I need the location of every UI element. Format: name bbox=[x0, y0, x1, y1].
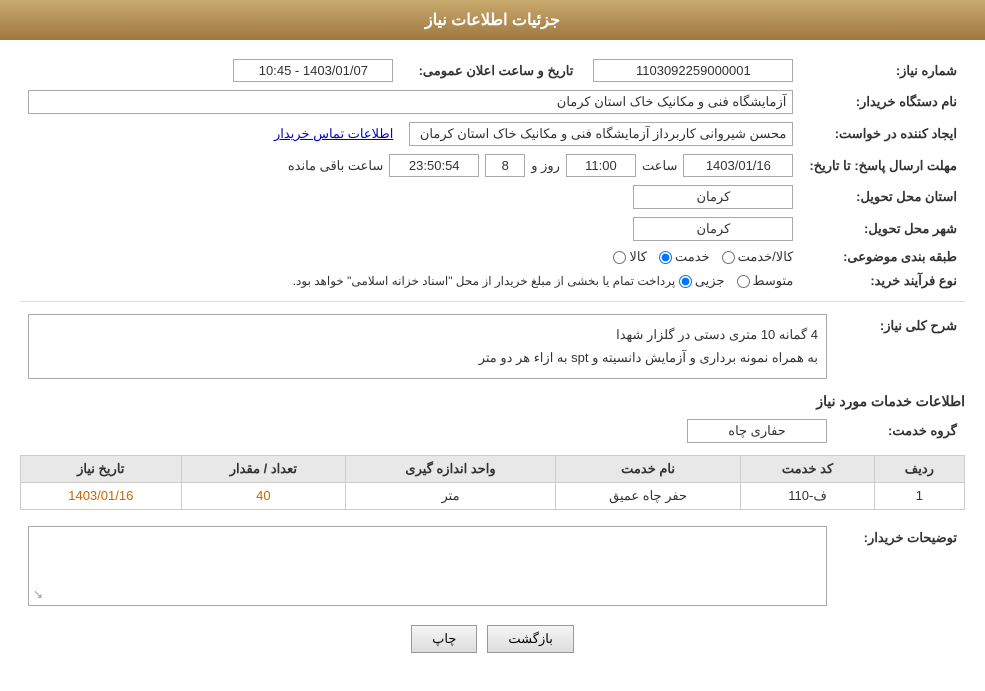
category-option-khedmat-label: خدمت bbox=[675, 249, 710, 265]
category-option-khedmat[interactable]: خدمت bbox=[659, 249, 710, 265]
col-header-row-num: ردیف bbox=[874, 455, 964, 482]
col-header-quantity: تعداد / مقدار bbox=[181, 455, 346, 482]
deadline-label: مهلت ارسال پاسخ: تا تاریخ: bbox=[801, 150, 965, 181]
category-radio-group: کالا/خدمت خدمت کالا bbox=[613, 249, 793, 265]
buyer-org-label: نام دستگاه خریدار: bbox=[801, 86, 965, 118]
announcement-date-label: تاریخ و ساعت اعلان عمومی: bbox=[401, 55, 581, 86]
description-line2: به همراه نمونه برداری و آزمایش دانسیته و… bbox=[37, 346, 818, 369]
col-header-service-code: کد خدمت bbox=[741, 455, 874, 482]
service-group-value: حفاری چاه bbox=[687, 419, 827, 443]
deadline-time-label: ساعت bbox=[642, 158, 677, 174]
service-group-label: گروه خدمت: bbox=[835, 415, 965, 447]
resize-icon: ↘ bbox=[33, 587, 43, 601]
description-label: شرح کلی نیاز: bbox=[835, 310, 965, 383]
deadline-date: 1403/01/16 bbox=[683, 154, 793, 177]
category-option-kala-khedmat-label: کالا/خدمت bbox=[738, 249, 794, 265]
creator-label: ایجاد کننده در خواست: bbox=[801, 118, 965, 150]
col-header-unit: واحد اندازه گیری bbox=[346, 455, 556, 482]
cell-service-code: ف-110 bbox=[741, 482, 874, 509]
services-table: ردیف کد خدمت نام خدمت واحد اندازه گیری ت… bbox=[20, 455, 965, 510]
deadline-remaining-label: ساعت باقی مانده bbox=[288, 158, 383, 174]
col-header-date: تاریخ نیاز bbox=[21, 455, 182, 482]
cell-quantity: 40 bbox=[181, 482, 346, 509]
button-row: بازگشت چاپ bbox=[20, 625, 965, 653]
deadline-day-label: روز و bbox=[531, 158, 560, 174]
province-label: استان محل تحویل: bbox=[801, 181, 965, 213]
contact-link[interactable]: اطلاعات تماس خریدار bbox=[274, 126, 393, 141]
announcement-date-value: 1403/01/07 - 10:45 bbox=[233, 59, 393, 82]
deadline-days: 8 bbox=[485, 154, 525, 177]
purchase-type-jozyi[interactable]: جزیی bbox=[679, 273, 725, 289]
page-title: جزئیات اطلاعات نیاز bbox=[425, 12, 560, 29]
city-value: کرمان bbox=[633, 217, 793, 241]
category-option-kala-khedmat[interactable]: کالا/خدمت bbox=[722, 249, 794, 265]
purchase-type-label: نوع فرآیند خرید: bbox=[801, 269, 965, 293]
services-section-title: اطلاعات خدمات مورد نیاز bbox=[20, 393, 965, 410]
category-label: طبقه بندی موضوعی: bbox=[801, 245, 965, 269]
city-label: شهر محل تحویل: bbox=[801, 213, 965, 245]
cell-row-num: 1 bbox=[874, 482, 964, 509]
print-button[interactable]: چاپ bbox=[411, 625, 477, 653]
description-line1: 4 گمانه 10 متری دستی در گلزار شهدا bbox=[37, 323, 818, 346]
buyer-org-value: آزمایشگاه فنی و مکانیک خاک استان کرمان bbox=[28, 90, 793, 114]
cell-unit: متر bbox=[346, 482, 556, 509]
category-option-kala[interactable]: کالا bbox=[613, 249, 647, 265]
purchase-type-motavasset-label: متوسط bbox=[753, 273, 794, 289]
page-header: جزئیات اطلاعات نیاز bbox=[0, 0, 985, 40]
need-number-label: شماره نیاز: bbox=[801, 55, 965, 86]
creator-value: محسن شیروانی کاربرداز آزمایشگاه فنی و مک… bbox=[409, 122, 793, 146]
category-option-kala-label: کالا bbox=[629, 249, 647, 265]
deadline-time: 11:00 bbox=[566, 154, 636, 177]
province-value: کرمان bbox=[633, 185, 793, 209]
description-text: 4 گمانه 10 متری دستی در گلزار شهدا به هم… bbox=[28, 314, 827, 379]
deadline-remaining: 23:50:54 bbox=[389, 154, 479, 177]
cell-date: 1403/01/16 bbox=[21, 482, 182, 509]
need-number-value: 1103092259000001 bbox=[593, 59, 793, 82]
back-button[interactable]: بازگشت bbox=[487, 625, 573, 653]
cell-service-name: حفر چاه عمیق bbox=[555, 482, 741, 509]
col-header-service-name: نام خدمت bbox=[555, 455, 741, 482]
buyer-notes-label: توضیحات خریدار: bbox=[835, 522, 965, 610]
buyer-notes-box[interactable]: ↘ bbox=[28, 526, 827, 606]
purchase-type-note: پرداخت تمام یا بخشی از مبلغ خریدار از مح… bbox=[293, 274, 676, 288]
purchase-type-radio-group: متوسط جزیی bbox=[679, 273, 794, 289]
table-row: 1 ف-110 حفر چاه عمیق متر 40 1403/01/16 bbox=[21, 482, 965, 509]
purchase-type-jozyi-label: جزیی bbox=[695, 273, 725, 289]
purchase-type-motavasset[interactable]: متوسط bbox=[737, 273, 794, 289]
